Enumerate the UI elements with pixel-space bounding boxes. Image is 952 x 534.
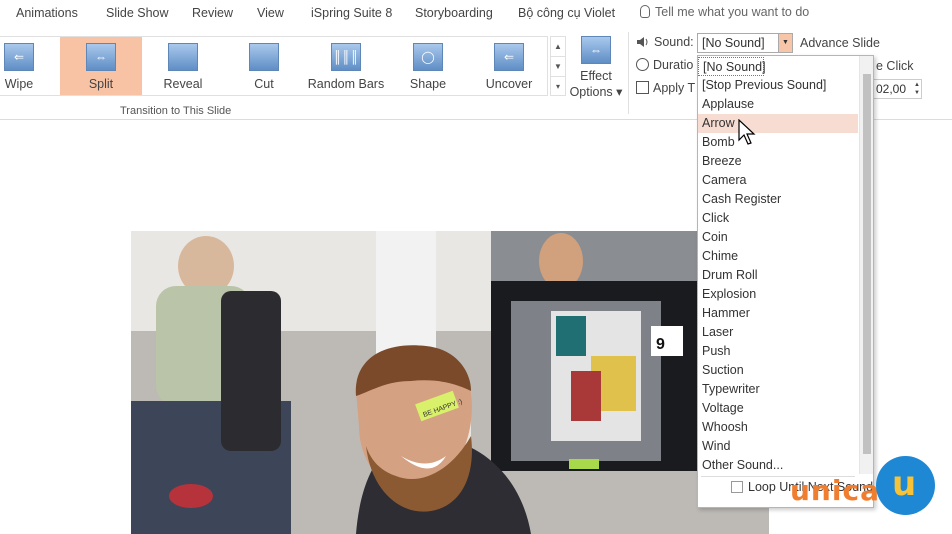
- transition-label: Random Bars: [307, 77, 385, 91]
- sound-value: [No Sound]: [702, 36, 765, 50]
- sound-option[interactable]: Drum Roll: [698, 266, 858, 285]
- gallery-more-icon[interactable]: ▾: [551, 77, 565, 97]
- tab-animations[interactable]: Animations: [16, 6, 78, 20]
- sound-option[interactable]: [Stop Previous Sound]: [698, 76, 858, 95]
- chevron-down-icon[interactable]: ▼: [778, 34, 792, 52]
- transition-label: Uncover: [485, 77, 533, 91]
- svg-text:9: 9: [656, 336, 665, 353]
- sound-option[interactable]: Camera: [698, 171, 858, 190]
- group-label: Transition to This Slide: [120, 105, 232, 117]
- mouse-pointer-icon: [738, 119, 756, 145]
- effect-options-icon: ⇔: [581, 36, 611, 64]
- sound-option[interactable]: Coin: [698, 228, 858, 247]
- wipe-icon: ⇐: [4, 43, 34, 71]
- slide-photo[interactable]: 9 BE HAPPY :): [131, 231, 769, 534]
- transition-label: Reveal: [163, 77, 203, 91]
- advance-slide-label: Advance Slide: [800, 36, 880, 50]
- unica-logo-icon: u: [876, 456, 935, 515]
- unica-watermark: unica: [790, 474, 880, 507]
- tab-view[interactable]: View: [257, 6, 284, 20]
- speaker-icon: [637, 37, 648, 47]
- cut-icon: [249, 43, 279, 71]
- reveal-icon: [168, 43, 198, 71]
- office-photo: 9 BE HAPPY :): [131, 231, 769, 534]
- sound-dropdown[interactable]: [No Sound] ▼: [697, 33, 793, 53]
- sound-option[interactable]: Chime: [698, 247, 858, 266]
- effect-options-button[interactable]: ⇔ Effect Options ▾: [566, 34, 626, 106]
- sound-option[interactable]: Push: [698, 342, 858, 361]
- tell-me-text: Tell me what you want to do: [655, 5, 810, 19]
- sound-option[interactable]: Click: [698, 209, 858, 228]
- sound-option[interactable]: Suction: [698, 361, 858, 380]
- transition-shape[interactable]: ◯ Shape: [388, 37, 468, 95]
- transition-cut[interactable]: Cut: [224, 37, 304, 95]
- lightbulb-icon: [640, 5, 650, 18]
- effect-options-line2: Options ▾: [569, 85, 623, 99]
- sound-option[interactable]: Bomb: [698, 133, 858, 152]
- scroll-down-icon[interactable]: ▼: [551, 57, 565, 77]
- uncover-icon: ⇐: [494, 43, 524, 71]
- transition-label: Cut: [254, 77, 274, 91]
- sound-option[interactable]: [No Sound]: [698, 57, 766, 76]
- duration-label: Duratio: [653, 58, 694, 72]
- transition-random-bars[interactable]: ║║║ Random Bars: [304, 37, 388, 95]
- tab-review[interactable]: Review: [192, 6, 233, 20]
- transition-gallery: ⇐ Wipe ⇔ Split Reveal Cut ║║║ Random Bar…: [0, 36, 548, 96]
- shape-icon: ◯: [413, 43, 443, 71]
- apply-to-all-button[interactable]: Apply T: [636, 81, 695, 95]
- tab-ispring[interactable]: iSpring Suite 8: [311, 6, 392, 20]
- tab-violet[interactable]: Bộ công cụ Violet: [518, 6, 615, 20]
- sound-option[interactable]: Wind: [698, 437, 858, 456]
- sound-option[interactable]: Breeze: [698, 152, 858, 171]
- sound-option[interactable]: Typewriter: [698, 380, 858, 399]
- sound-option[interactable]: Explosion: [698, 285, 858, 304]
- sound-option[interactable]: Whoosh: [698, 418, 858, 437]
- sound-options-list: [No Sound] [Stop Previous Sound] Applause A…: [697, 55, 874, 508]
- sound-option[interactable]: Hammer: [698, 304, 858, 323]
- checkbox-icon[interactable]: [731, 481, 743, 493]
- transition-label: Shape: [409, 77, 447, 91]
- transition-label: Wipe: [4, 77, 34, 91]
- sound-label-row: Sound:: [636, 35, 694, 49]
- spinner-icon[interactable]: ▲ ▼: [914, 81, 920, 97]
- transition-uncover[interactable]: ⇐ Uncover: [468, 37, 550, 95]
- tab-slide-show[interactable]: Slide Show: [106, 6, 169, 20]
- on-mouse-click-label[interactable]: e Click: [876, 59, 914, 73]
- transition-label: Split: [88, 77, 114, 91]
- dropdown-scrollbar[interactable]: [859, 56, 873, 474]
- transition-split[interactable]: ⇔ Split: [60, 37, 142, 95]
- ribbon-tab-bar: Animations Slide Show Review View iSprin…: [0, 0, 952, 28]
- split-icon: ⇔: [86, 43, 116, 71]
- clock-icon: [636, 58, 649, 71]
- effect-options-line1: Effect: [580, 69, 612, 83]
- random-bars-icon: ║║║: [331, 43, 361, 71]
- sound-option[interactable]: Voltage: [698, 399, 858, 418]
- duration-row: Duratio: [636, 58, 693, 72]
- after-value: 02,00: [876, 82, 907, 96]
- sound-option[interactable]: Arrow: [698, 114, 858, 133]
- group-divider: [628, 32, 629, 114]
- scrollbar-thumb[interactable]: [863, 74, 871, 454]
- sound-option[interactable]: Applause: [698, 95, 858, 114]
- tab-storyboarding[interactable]: Storyboarding: [415, 6, 493, 20]
- sound-label: Sound:: [654, 35, 694, 49]
- sound-option[interactable]: Cash Register: [698, 190, 858, 209]
- sound-option[interactable]: Laser: [698, 323, 858, 342]
- transition-wipe[interactable]: ⇐ Wipe: [0, 37, 38, 95]
- gallery-scrollbar: ▲ ▼ ▾: [550, 36, 566, 96]
- tell-me-box[interactable]: Tell me what you want to do: [640, 5, 809, 19]
- apply-all-icon: [636, 81, 649, 94]
- after-time-input[interactable]: 02,00 ▲ ▼: [872, 79, 922, 99]
- scroll-up-icon[interactable]: ▲: [551, 37, 565, 57]
- transition-reveal[interactable]: Reveal: [142, 37, 224, 95]
- apply-label: Apply T: [653, 81, 696, 95]
- sound-option[interactable]: Other Sound...: [698, 456, 858, 475]
